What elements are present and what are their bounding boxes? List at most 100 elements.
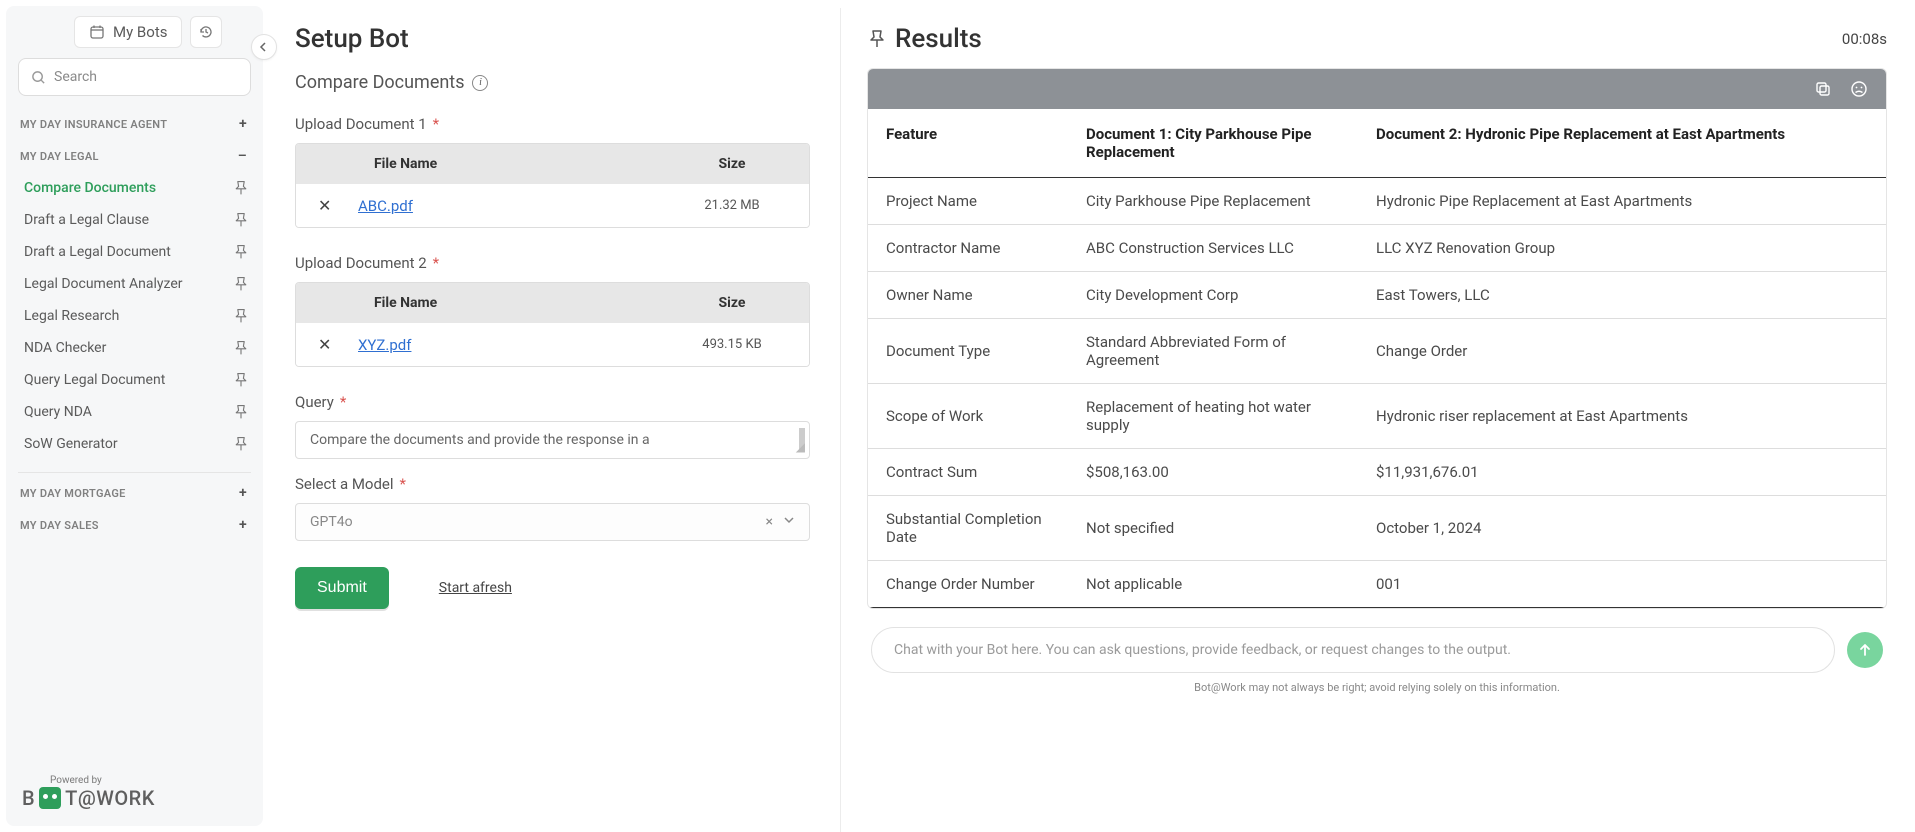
table-cell: Change Order Number	[868, 561, 1068, 608]
model-value: GPT4o	[310, 514, 353, 530]
send-button[interactable]	[1847, 632, 1883, 668]
copy-icon[interactable]	[1814, 80, 1832, 98]
sidebar-item-label: SoW Generator	[24, 436, 118, 452]
required-marker: *	[340, 393, 346, 411]
sidebar-item-label: Query Legal Document	[24, 372, 165, 388]
upload2-label: Upload Document 2	[295, 254, 427, 272]
chevron-down-icon[interactable]	[783, 514, 795, 530]
upload1-label: Upload Document 1	[295, 115, 427, 133]
table-cell: $508,163.00	[1068, 449, 1358, 496]
sidebar-item[interactable]: Draft a Legal Clause	[14, 204, 255, 236]
table-header: Document 2: Hydronic Pipe Replacement at…	[1358, 109, 1886, 178]
sidebar-item[interactable]: Query Legal Document	[14, 364, 255, 396]
required-marker: *	[433, 254, 439, 272]
pin-icon[interactable]	[233, 212, 249, 228]
sidebar-item[interactable]: Query NDA	[14, 396, 255, 428]
file-size-header: Size	[677, 156, 787, 172]
table-row: Contract Sum$508,163.00$11,931,676.01	[868, 449, 1886, 496]
table-cell: Substantial Completion Date	[868, 496, 1068, 561]
minus-icon[interactable]: –	[238, 148, 247, 164]
remove-file-button[interactable]: ✕	[318, 196, 358, 215]
plus-icon[interactable]: +	[239, 517, 247, 533]
pin-icon[interactable]	[233, 180, 249, 196]
disclaimer-text: Bot@Work may not always be right; avoid …	[867, 681, 1887, 694]
sidebar-item-label: Legal Document Analyzer	[24, 276, 183, 292]
section-header[interactable]: MY DAY SALES+	[14, 507, 255, 539]
table-row: Change Order NumberNot applicable001	[868, 561, 1886, 608]
table-cell: East Towers, LLC	[1358, 272, 1886, 319]
table-row: Scope of WorkReplacement of heating hot …	[868, 384, 1886, 449]
tab-history[interactable]	[190, 16, 222, 48]
sidebar-item-label: NDA Checker	[24, 340, 106, 356]
section-header[interactable]: MY DAY MORTGAGE +	[14, 475, 255, 507]
section-header[interactable]: MY DAY LEGAL–	[14, 138, 255, 170]
robot-icon	[39, 787, 61, 809]
pin-icon[interactable]	[233, 308, 249, 324]
sidebar: My Bots Search MY DAY INSURANCE AGENT+MY…	[6, 6, 263, 826]
plus-icon[interactable]: +	[239, 116, 247, 132]
table-cell: Replacement of heating hot water supply	[1068, 384, 1358, 449]
section-label: MY DAY INSURANCE AGENT	[20, 118, 167, 131]
file-name-header: File Name	[374, 156, 677, 172]
info-icon[interactable]: i	[472, 75, 488, 91]
pin-icon[interactable]	[233, 404, 249, 420]
sidebar-item-label: Draft a Legal Clause	[24, 212, 149, 228]
pin-icon[interactable]	[233, 244, 249, 260]
table-header: Document 1: City Parkhouse Pipe Replacem…	[1068, 109, 1358, 178]
file1-size: 21.32 MB	[677, 198, 787, 213]
table-row: Project NameCity Parkhouse Pipe Replacem…	[868, 178, 1886, 225]
pin-icon[interactable]	[233, 276, 249, 292]
table-cell: Hydronic Pipe Replacement at East Apartm…	[1358, 178, 1886, 225]
table-cell: Scope of Work	[868, 384, 1068, 449]
model-select[interactable]: GPT4o ×	[295, 503, 810, 541]
query-value: Compare the documents and provide the re…	[310, 432, 650, 448]
pin-icon[interactable]	[233, 340, 249, 356]
search-input[interactable]: Search	[18, 58, 251, 96]
table-header: Feature	[868, 109, 1068, 178]
sidebar-item[interactable]: NDA Checker	[14, 332, 255, 364]
table-row: Substantial Completion DateNot specified…	[868, 496, 1886, 561]
results-title: Results	[895, 24, 982, 54]
file-size-header: Size	[677, 295, 787, 311]
panel-setup-bot: Setup Bot Compare Documents i Upload Doc…	[271, 8, 841, 832]
upload2-table: File Name Size ✕ XYZ.pdf 493.15 KB	[295, 282, 810, 367]
sidebar-item[interactable]: Draft a Legal Document	[14, 236, 255, 268]
results-timer: 00:08s	[1842, 30, 1887, 48]
query-label: Query	[295, 393, 334, 411]
query-textarea[interactable]: Compare the documents and provide the re…	[295, 421, 810, 459]
table-cell: City Parkhouse Pipe Replacement	[1068, 178, 1358, 225]
feedback-sad-icon[interactable]	[1850, 80, 1868, 98]
scrollbar[interactable]	[797, 424, 807, 456]
table-cell: October 1, 2024	[1358, 496, 1886, 561]
comparison-table: FeatureDocument 1: City Parkhouse Pipe R…	[868, 109, 1886, 608]
pin-icon[interactable]	[867, 29, 887, 49]
table-cell: Document Type	[868, 319, 1068, 384]
remove-file-button[interactable]: ✕	[318, 335, 358, 354]
table-cell: Hydronic riser replacement at East Apart…	[1358, 384, 1886, 449]
sidebar-item[interactable]: SoW Generator	[14, 428, 255, 460]
section-label: MY DAY MORTGAGE	[20, 487, 126, 500]
section-header[interactable]: MY DAY INSURANCE AGENT +	[14, 106, 255, 138]
chat-placeholder: Chat with your Bot here. You can ask que…	[894, 642, 1511, 658]
clear-icon[interactable]: ×	[766, 514, 773, 530]
sidebar-item-label: Compare Documents	[24, 180, 156, 196]
file-name-header: File Name	[374, 295, 677, 311]
sidebar-item[interactable]: Legal Document Analyzer	[14, 268, 255, 300]
submit-button[interactable]: Submit	[295, 567, 389, 609]
start-afresh-link[interactable]: Start afresh	[439, 580, 512, 596]
sidebar-item[interactable]: Compare Documents	[14, 172, 255, 204]
setup-title: Setup Bot	[295, 24, 810, 54]
plus-icon[interactable]: +	[239, 485, 247, 501]
file2-link[interactable]: XYZ.pdf	[358, 336, 411, 354]
pin-icon[interactable]	[233, 436, 249, 452]
brand-logo: B T@WORK	[22, 786, 247, 810]
pin-icon[interactable]	[233, 372, 249, 388]
table-cell: Not specified	[1068, 496, 1358, 561]
file1-link[interactable]: ABC.pdf	[358, 197, 413, 215]
history-icon	[198, 24, 214, 40]
chat-input[interactable]: Chat with your Bot here. You can ask que…	[871, 627, 1835, 673]
sidebar-item[interactable]: Legal Research	[14, 300, 255, 332]
collapse-sidebar-button[interactable]	[251, 34, 277, 60]
tab-my-bots[interactable]: My Bots	[74, 16, 182, 48]
table-cell: Change Order	[1358, 319, 1886, 384]
